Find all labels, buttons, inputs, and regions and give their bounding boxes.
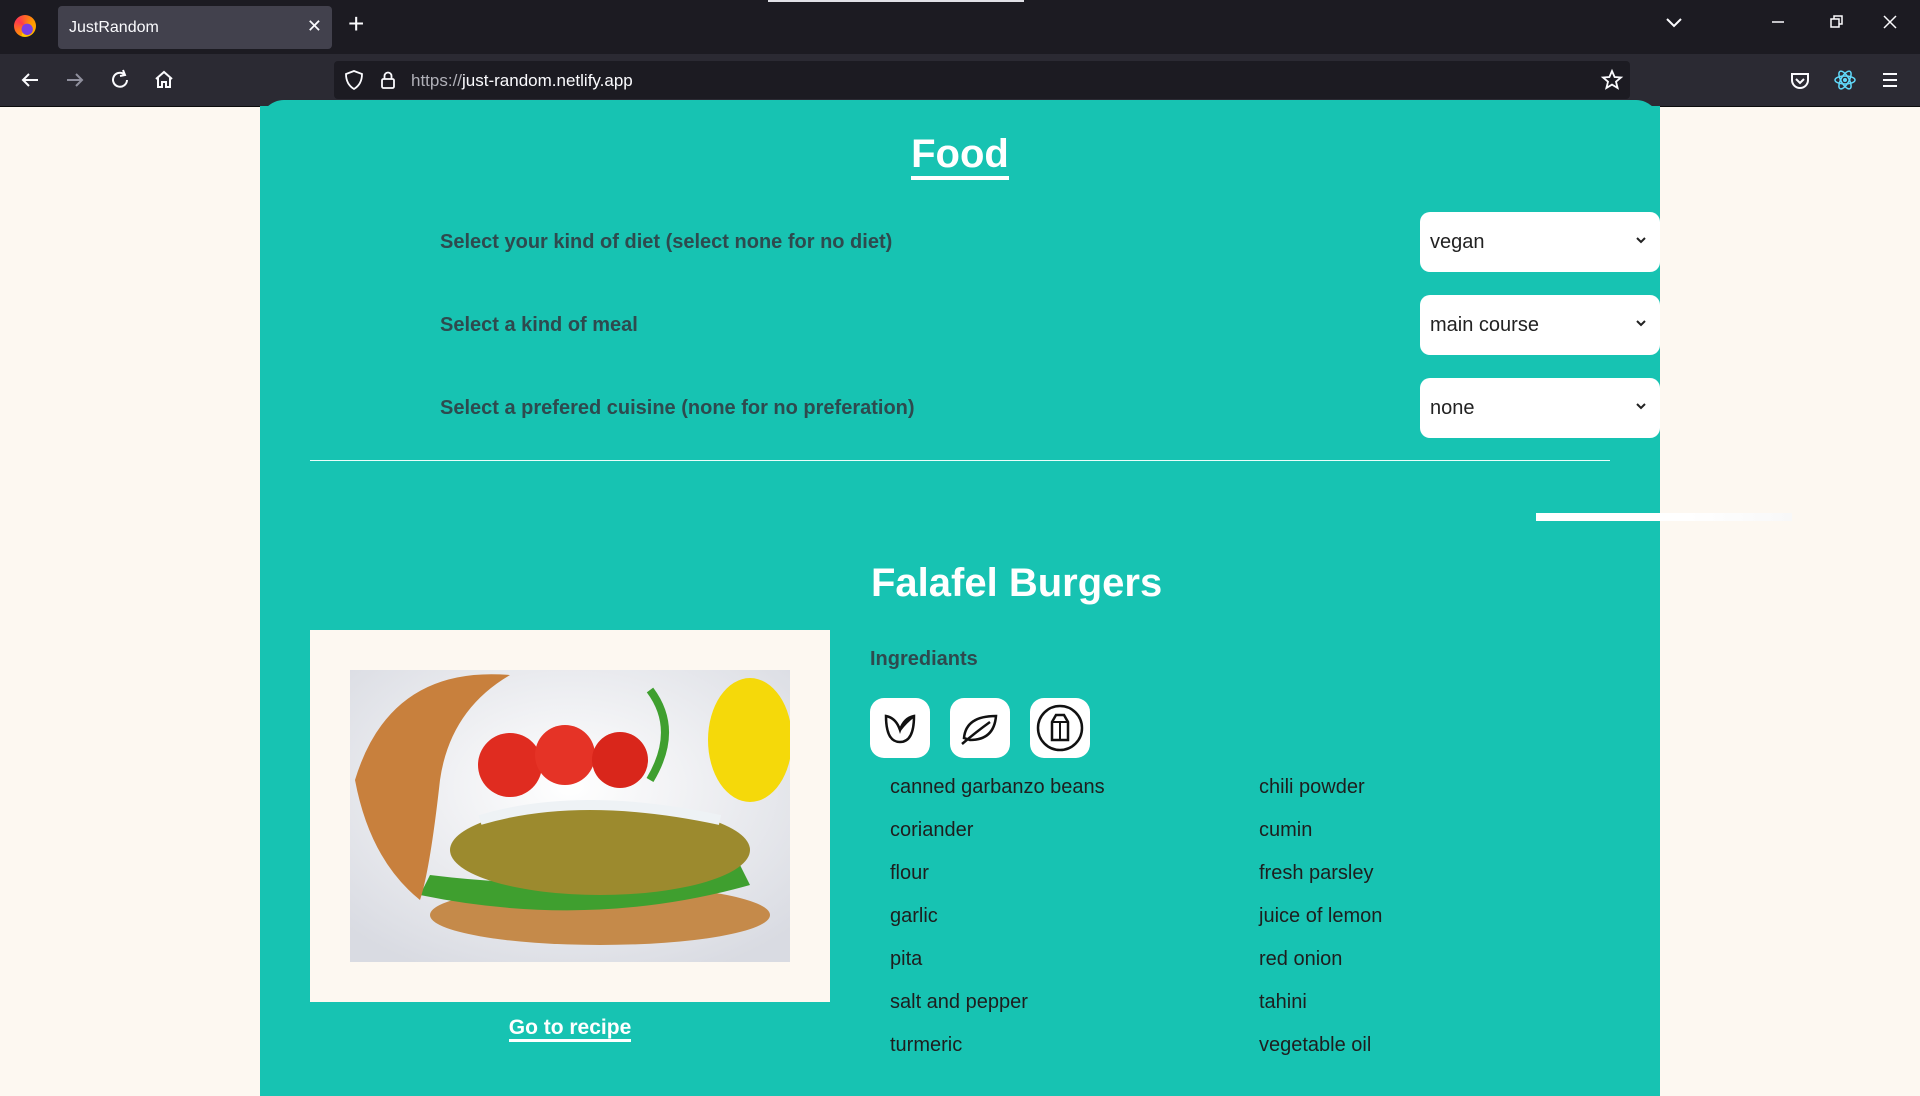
tab-title: JustRandom (69, 19, 159, 36)
diet-filter-row: Select your kind of diet (select none fo… (440, 212, 1660, 272)
chevron-down-icon (1636, 403, 1646, 410)
list-item: cumin (1259, 819, 1313, 841)
close-window-icon[interactable] (1880, 12, 1900, 36)
new-tab-icon[interactable]: + (348, 10, 364, 38)
diet-select[interactable]: vegan (1420, 212, 1660, 272)
recipe-title: Falafel Burgers (871, 561, 1163, 605)
bookmark-star-icon[interactable] (1600, 68, 1624, 92)
meal-select-value: main course (1430, 314, 1539, 336)
meal-filter-row: Select a kind of meal main course (440, 295, 1660, 355)
browser-tab[interactable]: JustRandom ✕ (58, 6, 332, 49)
list-item: fresh parsley (1259, 862, 1374, 884)
meal-select[interactable]: main course (1420, 295, 1660, 355)
url-protocol: https:// (411, 71, 463, 90)
tab-list-chevron-icon[interactable] (1664, 12, 1684, 36)
react-devtools-icon[interactable] (1831, 66, 1859, 94)
cuisine-label: Select a prefered cuisine (none for no p… (440, 397, 915, 419)
diet-label: Select your kind of diet (select none fo… (440, 231, 893, 253)
diet-select-value: vegan (1430, 231, 1485, 253)
list-item: vegetable oil (1259, 1034, 1372, 1056)
section-title-wrapper: Food (260, 132, 1660, 180)
address-bar[interactable]: https://just-random.netlify.app (334, 61, 1630, 99)
list-item: coriander (890, 819, 974, 841)
firefox-logo-icon (14, 15, 36, 37)
recipe-photo-frame (310, 630, 830, 1002)
meal-label: Select a kind of meal (440, 314, 638, 336)
cuisine-select-value: none (1430, 397, 1475, 419)
ingredients-heading: Ingrediants (870, 648, 978, 670)
cuisine-filter-row: Select a prefered cuisine (none for no p… (440, 378, 1660, 438)
minimize-icon[interactable] (1768, 12, 1788, 36)
dairy-free-icon (1030, 698, 1090, 758)
lock-icon[interactable] (376, 68, 400, 92)
tracking-shield-icon[interactable] (342, 68, 366, 92)
url-host: just-random.netlify.app (462, 71, 633, 90)
page-title: Food (911, 132, 1009, 180)
chevron-down-icon (1636, 320, 1646, 327)
list-item: chili powder (1259, 776, 1365, 798)
section-divider (310, 460, 1610, 461)
chevron-down-icon (1636, 237, 1646, 244)
list-item: pita (890, 948, 923, 970)
list-item: turmeric (890, 1034, 963, 1056)
back-arrow-icon[interactable] (16, 66, 44, 94)
list-item: canned garbanzo beans (890, 776, 1105, 798)
list-item: salt and pepper (890, 991, 1028, 1013)
forward-arrow-icon[interactable] (61, 66, 89, 94)
reload-icon[interactable] (106, 66, 134, 94)
falafel-burger-photo (350, 670, 790, 962)
list-item: flour (890, 862, 929, 884)
list-item: red onion (1259, 948, 1343, 970)
go-to-recipe-wrapper: Go to recipe (310, 1016, 830, 1042)
loading-indicator (768, 0, 1024, 2)
go-to-recipe-link[interactable]: Go to recipe (508, 1016, 632, 1042)
cuisine-select[interactable]: none (1420, 378, 1660, 438)
url-text[interactable]: https://just-random.netlify.app (411, 71, 633, 91)
vegetarian-leaf-icon (950, 698, 1010, 758)
list-item: juice of lemon (1259, 905, 1383, 927)
tab-bar: JustRandom ✕ + (0, 0, 1920, 54)
pocket-icon[interactable] (1786, 66, 1814, 94)
vegan-icon (870, 698, 930, 758)
restore-icon[interactable] (1826, 12, 1846, 36)
food-card: Food Select your kind of diet (select no… (260, 106, 1660, 1096)
home-icon[interactable] (150, 66, 178, 94)
decorative-line (1536, 513, 1792, 521)
list-item: garlic (890, 905, 938, 927)
hamburger-menu-icon[interactable] (1876, 66, 1904, 94)
list-item: tahini (1259, 991, 1307, 1013)
tab-close-icon[interactable]: ✕ (307, 16, 322, 37)
